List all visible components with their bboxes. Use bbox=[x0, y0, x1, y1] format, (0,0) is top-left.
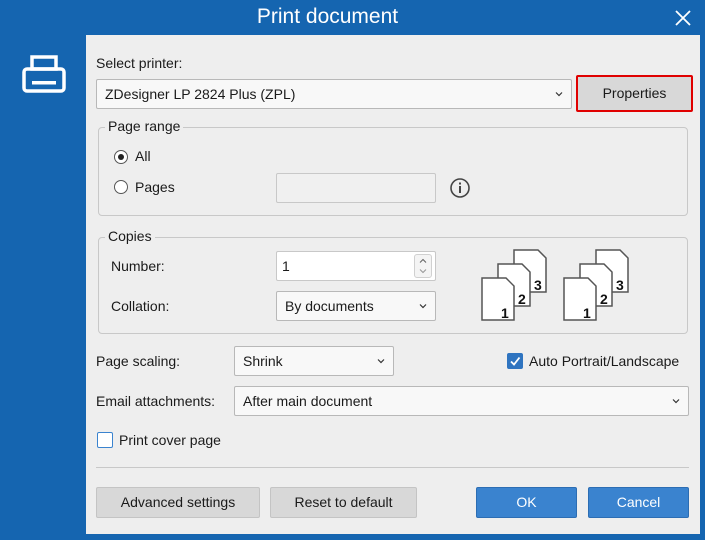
sidebar bbox=[0, 35, 86, 540]
chevron-up-icon[interactable] bbox=[419, 257, 427, 265]
collation-page-1: 1 bbox=[583, 305, 591, 321]
collation-stack-icon-2: 3 2 1 bbox=[563, 249, 629, 321]
advanced-settings-button[interactable]: Advanced settings bbox=[96, 487, 260, 518]
chevron-down-icon bbox=[419, 304, 427, 309]
divider bbox=[96, 467, 689, 468]
number-value: 1 bbox=[282, 258, 290, 274]
cover-page-label: Print cover page bbox=[119, 432, 221, 448]
collation-page-3: 3 bbox=[534, 277, 542, 293]
window-border-right bbox=[700, 35, 705, 540]
chevron-down-icon[interactable] bbox=[419, 267, 427, 275]
close-icon bbox=[675, 10, 691, 26]
collation-page-2: 2 bbox=[600, 291, 608, 307]
radio-pages-label: Pages bbox=[135, 179, 175, 195]
properties-button[interactable]: Properties bbox=[576, 75, 693, 112]
printer-select-value: ZDesigner LP 2824 Plus (ZPL) bbox=[105, 86, 296, 102]
info-icon[interactable] bbox=[449, 177, 471, 199]
ok-button[interactable]: OK bbox=[476, 487, 577, 518]
checkmark-icon bbox=[510, 356, 521, 366]
collation-page-2: 2 bbox=[518, 291, 526, 307]
radio-pages[interactable] bbox=[114, 180, 128, 194]
cancel-label: Cancel bbox=[616, 494, 661, 510]
properties-button-label: Properties bbox=[602, 85, 667, 101]
window-border-bottom bbox=[86, 534, 705, 540]
select-printer-label: Select printer: bbox=[96, 55, 183, 71]
radio-all[interactable] bbox=[114, 150, 128, 164]
chevron-down-icon bbox=[672, 399, 680, 404]
collation-select[interactable]: By documents bbox=[276, 291, 436, 321]
reset-to-default-button[interactable]: Reset to default bbox=[270, 487, 417, 518]
chevron-down-icon bbox=[377, 359, 385, 364]
cancel-button[interactable]: Cancel bbox=[588, 487, 689, 518]
collation-page-1: 1 bbox=[501, 305, 509, 321]
cover-page-checkbox[interactable] bbox=[97, 432, 113, 448]
copies-title: Copies bbox=[105, 228, 155, 244]
email-attachments-select[interactable]: After main document bbox=[234, 386, 689, 416]
page-scaling-select[interactable]: Shrink bbox=[234, 346, 394, 376]
close-button[interactable] bbox=[671, 6, 695, 30]
email-attachments-value: After main document bbox=[243, 393, 373, 409]
printer-icon bbox=[22, 55, 66, 93]
window-title: Print document bbox=[256, 5, 399, 28]
pages-input[interactable] bbox=[276, 173, 436, 203]
radio-all-label: All bbox=[135, 148, 151, 164]
reset-to-default-label: Reset to default bbox=[294, 494, 393, 510]
number-label: Number: bbox=[111, 258, 165, 274]
auto-orientation-label: Auto Portrait/Landscape bbox=[529, 353, 680, 369]
page-range-title: Page range bbox=[105, 118, 184, 134]
page-scaling-label: Page scaling: bbox=[96, 353, 181, 369]
advanced-settings-label: Advanced settings bbox=[120, 494, 236, 510]
collation-page-3: 3 bbox=[616, 277, 624, 293]
collation-select-value: By documents bbox=[285, 298, 374, 314]
page-scaling-value: Shrink bbox=[243, 353, 283, 369]
number-stepper[interactable]: 1 bbox=[276, 251, 436, 281]
email-attachments-label: Email attachments: bbox=[96, 393, 216, 409]
collation-label: Collation: bbox=[111, 298, 170, 314]
ok-label: OK bbox=[516, 494, 537, 510]
stepper-buttons[interactable] bbox=[414, 254, 432, 278]
collation-stack-icon: 3 2 1 bbox=[481, 249, 547, 321]
auto-orientation-checkbox[interactable] bbox=[507, 353, 523, 369]
chevron-down-icon bbox=[555, 92, 563, 97]
printer-select[interactable]: ZDesigner LP 2824 Plus (ZPL) bbox=[96, 79, 572, 109]
